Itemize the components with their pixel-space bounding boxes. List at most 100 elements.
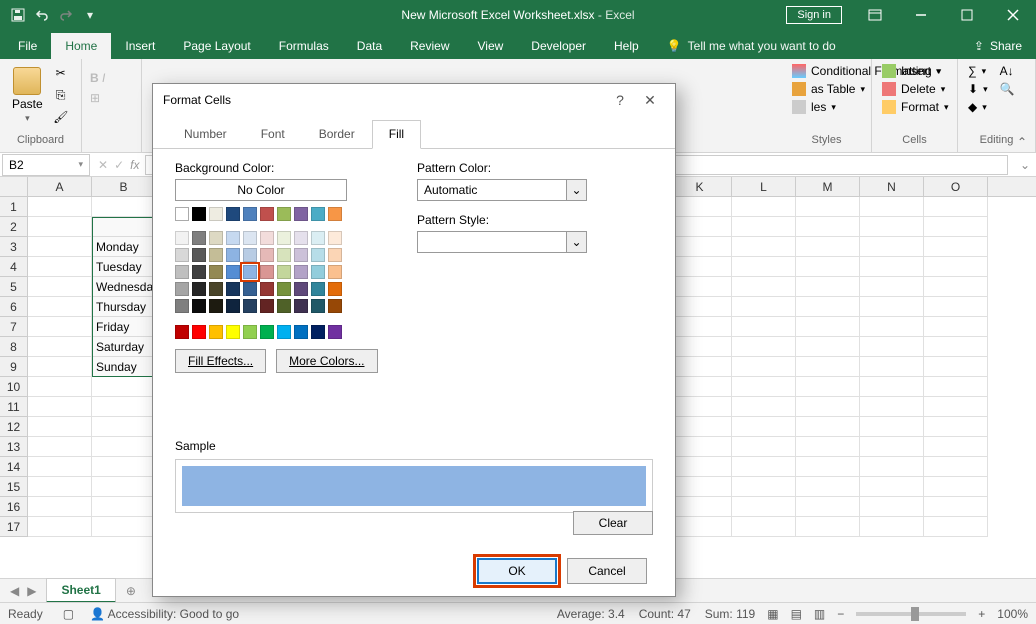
color-swatch[interactable] xyxy=(192,207,206,221)
color-swatch[interactable] xyxy=(175,248,189,262)
row-header[interactable]: 7 xyxy=(0,317,27,337)
row-header[interactable]: 16 xyxy=(0,497,27,517)
row-header[interactable]: 17 xyxy=(0,517,27,537)
cell[interactable] xyxy=(860,477,924,497)
column-header[interactable]: O xyxy=(924,177,988,196)
color-swatch[interactable] xyxy=(209,265,223,279)
color-swatch[interactable] xyxy=(226,265,240,279)
paste-button[interactable]: Paste ▾ xyxy=(8,63,47,128)
cell[interactable] xyxy=(924,437,988,457)
color-swatch[interactable] xyxy=(209,207,223,221)
cell[interactable] xyxy=(92,517,156,537)
row-header[interactable]: 12 xyxy=(0,417,27,437)
color-swatch[interactable] xyxy=(328,248,342,262)
delete-cells-button[interactable]: Delete▾ xyxy=(880,81,947,97)
color-swatch[interactable] xyxy=(192,248,206,262)
cell[interactable]: Monday xyxy=(92,237,156,257)
color-swatch[interactable] xyxy=(175,207,189,221)
cell[interactable] xyxy=(860,257,924,277)
zoom-out-icon[interactable]: − xyxy=(837,607,844,621)
cell[interactable] xyxy=(924,337,988,357)
cell[interactable] xyxy=(860,357,924,377)
cell[interactable] xyxy=(924,237,988,257)
cell[interactable] xyxy=(796,397,860,417)
pattern-style-dropdown[interactable]: ⌄ xyxy=(417,231,587,253)
cell[interactable] xyxy=(92,497,156,517)
cell[interactable] xyxy=(28,337,92,357)
find-select-button[interactable]: 🔍 xyxy=(998,81,1017,97)
cell[interactable] xyxy=(796,277,860,297)
color-swatch[interactable] xyxy=(277,231,291,245)
select-all-corner[interactable] xyxy=(0,177,28,196)
color-swatch[interactable] xyxy=(277,282,291,296)
save-icon[interactable] xyxy=(10,7,26,23)
cell[interactable] xyxy=(860,217,924,237)
cell[interactable] xyxy=(668,417,732,437)
macro-record-icon[interactable]: ▢ xyxy=(63,607,74,621)
column-header[interactable]: N xyxy=(860,177,924,196)
format-as-table-button[interactable]: as Table▾ xyxy=(790,81,867,97)
ok-button[interactable]: OK xyxy=(477,558,557,584)
ribbon-display-icon[interactable] xyxy=(852,0,898,30)
cell[interactable]: Thursday xyxy=(92,297,156,317)
color-swatch[interactable] xyxy=(311,248,325,262)
color-swatch[interactable] xyxy=(328,282,342,296)
cell[interactable] xyxy=(92,397,156,417)
page-break-view-icon[interactable]: ▥ xyxy=(814,607,825,621)
cell[interactable] xyxy=(796,497,860,517)
row-header[interactable]: 2 xyxy=(0,217,27,237)
color-swatch[interactable] xyxy=(277,207,291,221)
sign-in-button[interactable]: Sign in xyxy=(786,6,842,24)
color-swatch[interactable] xyxy=(192,282,206,296)
color-swatch[interactable] xyxy=(226,299,240,313)
row-header[interactable]: 3 xyxy=(0,237,27,257)
cell[interactable] xyxy=(860,517,924,537)
cell[interactable] xyxy=(732,197,796,217)
color-swatch[interactable] xyxy=(311,231,325,245)
tab-developer[interactable]: Developer xyxy=(517,33,600,59)
pattern-color-dropdown[interactable]: Automatic⌄ xyxy=(417,179,587,201)
row-header[interactable]: 13 xyxy=(0,437,27,457)
tab-page-layout[interactable]: Page Layout xyxy=(169,33,264,59)
color-swatch[interactable] xyxy=(277,325,291,339)
cell[interactable] xyxy=(668,517,732,537)
cell[interactable] xyxy=(28,457,92,477)
color-swatch[interactable] xyxy=(175,265,189,279)
color-swatch[interactable] xyxy=(226,248,240,262)
close-icon[interactable] xyxy=(990,0,1036,30)
color-swatch[interactable] xyxy=(243,299,257,313)
cell[interactable] xyxy=(796,457,860,477)
cell[interactable] xyxy=(796,217,860,237)
color-swatch[interactable] xyxy=(192,265,206,279)
prev-sheet-icon[interactable]: ◀ xyxy=(10,584,19,598)
cell[interactable] xyxy=(28,257,92,277)
row-header[interactable]: 14 xyxy=(0,457,27,477)
cell[interactable] xyxy=(668,397,732,417)
maximize-icon[interactable] xyxy=(944,0,990,30)
fill-button[interactable]: ⬇ ▾ xyxy=(966,81,990,97)
column-header[interactable]: K xyxy=(668,177,732,196)
color-swatch[interactable] xyxy=(311,207,325,221)
cut-icon[interactable]: ✂ xyxy=(51,63,71,83)
cell[interactable] xyxy=(796,437,860,457)
cell[interactable] xyxy=(732,497,796,517)
undo-icon[interactable] xyxy=(34,7,50,23)
color-swatch[interactable] xyxy=(243,265,257,279)
tab-home[interactable]: Home xyxy=(51,33,111,59)
row-header[interactable]: 10 xyxy=(0,377,27,397)
minimize-icon[interactable] xyxy=(898,0,944,30)
cell[interactable] xyxy=(92,437,156,457)
tab-fill[interactable]: Fill xyxy=(372,120,421,149)
row-header[interactable]: 6 xyxy=(0,297,27,317)
cell[interactable] xyxy=(732,237,796,257)
row-header[interactable]: 5 xyxy=(0,277,27,297)
cell[interactable] xyxy=(732,357,796,377)
cell[interactable]: Sunday xyxy=(92,357,156,377)
tab-number[interactable]: Number xyxy=(167,120,244,148)
cell[interactable] xyxy=(796,337,860,357)
new-sheet-icon[interactable]: ⊕ xyxy=(116,584,146,598)
color-swatch[interactable] xyxy=(209,248,223,262)
color-swatch[interactable] xyxy=(260,231,274,245)
cell[interactable] xyxy=(924,297,988,317)
cell[interactable] xyxy=(860,237,924,257)
